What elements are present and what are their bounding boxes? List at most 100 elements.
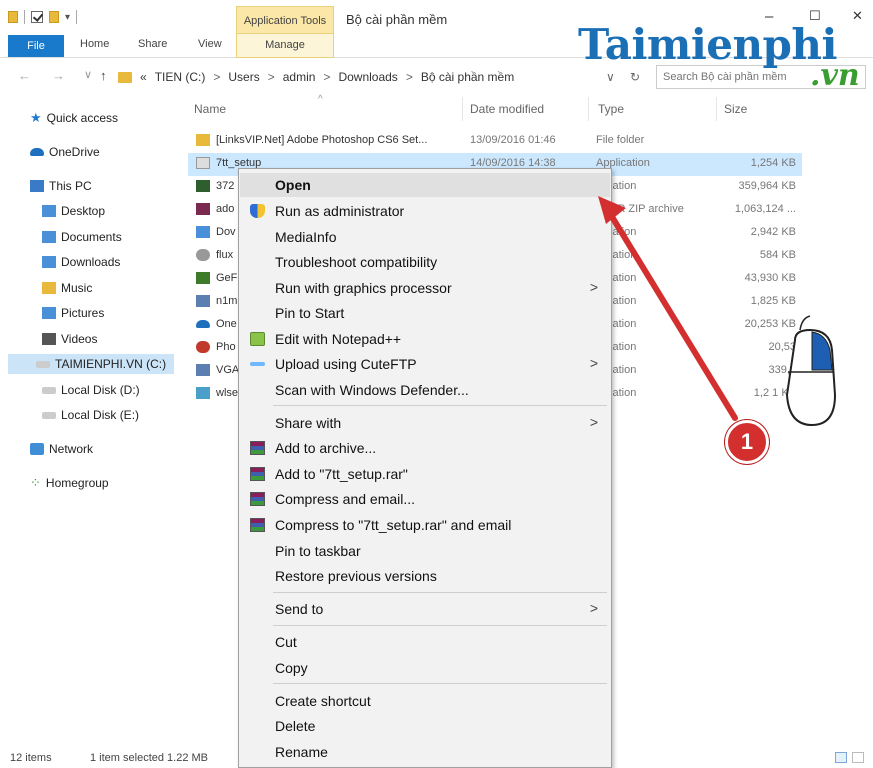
sidebar-item-videos[interactable]: Videos — [42, 329, 97, 349]
menu-item-pin-to-start[interactable]: Pin to Start — [240, 301, 610, 325]
details-view-icon[interactable] — [835, 752, 847, 763]
application-icon — [196, 341, 210, 353]
menu-item-add-to-rar[interactable]: Add to "7tt_setup.rar" — [240, 462, 610, 486]
file-name: VGA — [216, 364, 240, 376]
menu-item-create-shortcut[interactable]: Create shortcut — [240, 689, 610, 713]
sidebar-item-label: Pictures — [61, 306, 105, 320]
customize-dropdown-icon[interactable]: ▾ — [65, 12, 70, 23]
menu-item-compress-email[interactable]: Compress and email... — [240, 487, 610, 511]
application-icon — [196, 272, 210, 284]
breadcrumb-admin[interactable]: admin — [283, 70, 316, 84]
menu-item-label: Create shortcut — [275, 693, 371, 709]
menu-item-edit-notepadpp[interactable]: Edit with Notepad++ — [240, 327, 610, 351]
close-button[interactable]: ✕ — [852, 8, 863, 24]
sidebar-item-homegroup[interactable]: ⁘ Homegroup — [30, 473, 109, 493]
file-name: wlse — [216, 387, 239, 399]
menu-item-upload-cuteftp[interactable]: Upload using CuteFTP > — [240, 352, 610, 376]
breadcrumb-current[interactable]: Bộ cài phần mềm — [421, 70, 514, 84]
sidebar-item-label: Desktop — [61, 204, 106, 218]
sidebar-item-network[interactable]: Network — [30, 439, 93, 459]
menu-separator — [273, 405, 607, 406]
folder-icon — [196, 134, 210, 146]
breadcrumb-users[interactable]: Users — [228, 70, 259, 84]
divider — [76, 10, 78, 24]
tab-share[interactable]: Share — [138, 38, 167, 50]
file-size: 20,53 — [768, 341, 796, 353]
sidebar-item-label: TAIMIENPHI.VN (C:) — [55, 357, 167, 371]
menu-item-label: Pin to Start — [275, 305, 345, 321]
menu-item-restore-versions[interactable]: Restore previous versions — [240, 564, 610, 588]
sidebar-item-this-pc[interactable]: This PC — [30, 176, 92, 196]
videos-icon — [42, 333, 56, 345]
column-header-name[interactable]: Name — [194, 102, 226, 116]
recent-locations-icon[interactable]: ∨ — [84, 68, 92, 81]
column-header-type[interactable]: Type — [598, 102, 624, 116]
menu-item-label: Open — [275, 177, 311, 193]
file-size: 1,063,124 ... — [734, 203, 796, 215]
sidebar-item-drive-e[interactable]: Local Disk (E:) — [42, 405, 139, 425]
menu-item-label: Compress to "7tt_setup.rar" and email — [275, 517, 512, 533]
address-bar[interactable]: « TIEN (C:) > Users > admin > Downloads … — [118, 65, 610, 89]
menu-item-mediainfo[interactable]: MediaInfo — [240, 225, 610, 249]
sidebar-item-documents[interactable]: Documents — [42, 227, 122, 247]
sidebar-item-music[interactable]: Music — [42, 278, 92, 298]
breadcrumb-drive[interactable]: TIEN (C:) — [155, 70, 206, 84]
column-divider[interactable] — [716, 97, 717, 121]
folder-icon[interactable] — [8, 11, 18, 23]
downloads-icon — [42, 256, 56, 268]
chevron-right-icon: > — [589, 600, 598, 616]
forward-button[interactable]: → — [52, 68, 65, 83]
menu-item-run-with-gpu[interactable]: Run with graphics processor > — [240, 276, 610, 300]
sidebar-item-desktop[interactable]: Desktop — [42, 201, 105, 221]
menu-item-cut[interactable]: Cut — [240, 630, 610, 654]
large-icons-view-icon[interactable] — [852, 752, 864, 763]
tab-home[interactable]: Home — [80, 38, 109, 50]
column-divider[interactable] — [462, 97, 463, 121]
menu-item-scan-defender[interactable]: Scan with Windows Defender... — [240, 378, 610, 402]
menu-item-label: Restore previous versions — [275, 568, 437, 584]
menu-item-add-to-archive[interactable]: Add to archive... — [240, 436, 610, 460]
menu-item-pin-to-taskbar[interactable]: Pin to taskbar — [240, 539, 610, 563]
file-name: [LinksVIP.Net] Adobe Photoshop CS6 Set..… — [216, 134, 428, 146]
sidebar-item-label: Documents — [61, 230, 122, 244]
menu-item-share-with[interactable]: Share with > — [240, 411, 610, 435]
refresh-button[interactable]: ↻ — [630, 70, 640, 84]
menu-item-copy[interactable]: Copy — [240, 656, 610, 680]
application-icon — [196, 249, 210, 261]
drive-icon — [42, 411, 56, 419]
sidebar-item-onedrive[interactable]: OneDrive — [30, 142, 100, 162]
file-row[interactable]: [LinksVIP.Net] Adobe Photoshop CS6 Set..… — [188, 130, 802, 153]
new-folder-icon[interactable] — [49, 11, 59, 23]
sort-indicator-icon: ^ — [318, 94, 323, 105]
address-dropdown-icon[interactable]: ∨ — [606, 70, 615, 84]
sidebar-item-drive-d[interactable]: Local Disk (D:) — [42, 380, 140, 400]
tab-view[interactable]: View — [198, 38, 222, 50]
tab-manage[interactable]: Manage — [236, 34, 334, 58]
sidebar-item-drive-c[interactable]: TAIMIENPHI.VN (C:) — [8, 354, 174, 374]
watermark-logo-suffix: .vn — [810, 58, 860, 93]
menu-item-send-to[interactable]: Send to > — [240, 597, 610, 621]
shield-icon — [250, 204, 265, 218]
sidebar-item-quick-access[interactable]: ★ Quick access — [30, 108, 118, 128]
properties-icon[interactable] — [31, 11, 43, 23]
menu-item-open[interactable]: Open — [240, 173, 610, 197]
overflow-icon[interactable]: « — [140, 70, 147, 84]
computer-icon — [30, 180, 44, 192]
sidebar-item-pictures[interactable]: Pictures — [42, 303, 104, 323]
up-button[interactable]: ↑ — [100, 68, 107, 83]
menu-item-run-as-admin[interactable]: Run as administrator — [240, 199, 610, 223]
column-header-date[interactable]: Date modified — [470, 102, 544, 116]
menu-item-delete[interactable]: Delete — [240, 714, 610, 738]
menu-item-troubleshoot[interactable]: Troubleshoot compatibility — [240, 250, 610, 274]
column-header-size[interactable]: Size — [724, 102, 747, 116]
menu-item-compress-to-rar-email[interactable]: Compress to "7tt_setup.rar" and email — [240, 513, 610, 537]
sidebar-item-downloads[interactable]: Downloads — [42, 252, 120, 272]
breadcrumb-separator: > — [213, 70, 221, 84]
breadcrumb-downloads[interactable]: Downloads — [338, 70, 397, 84]
tab-file[interactable]: File — [8, 35, 64, 57]
sidebar-item-label: Local Disk (E:) — [61, 408, 140, 422]
menu-item-label: Upload using CuteFTP — [275, 356, 417, 372]
back-button[interactable]: ← — [18, 68, 31, 83]
column-divider[interactable] — [588, 97, 589, 121]
menu-item-label: Scan with Windows Defender... — [275, 382, 469, 398]
